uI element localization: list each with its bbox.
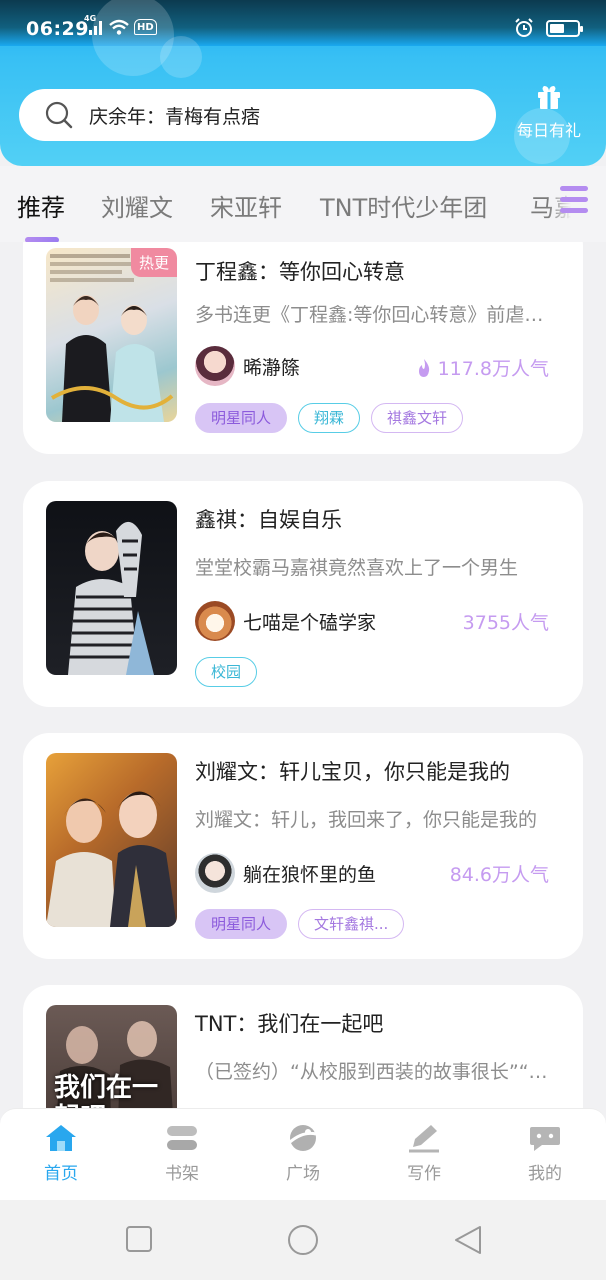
status-time: 06:29 [26,18,89,40]
book-cover [46,753,177,927]
author-name: 躺在狼怀里的鱼 [243,863,377,886]
book-description: 堂堂校霸马嘉祺竟然喜欢上了一个男生 [195,557,519,579]
network-type: 4G [84,14,97,23]
header: 06:29 4G HD 庆余年：青梅有点痞 每日有礼 [0,0,606,166]
popularity-value: 117.8万人气 [437,358,549,380]
cover-illustration [68,521,154,675]
book-cover: 我们在一起吧 [46,1005,177,1108]
nav-square[interactable]: 广场 [263,1123,343,1184]
signal-icon: 4G [84,14,104,36]
tag[interactable]: 文轩鑫祺... [298,909,405,939]
book-author[interactable]: 晞瀞篨 [195,346,300,386]
author-avatar [195,853,235,893]
book-card[interactable]: 刘耀文：轩儿宝贝，你只能是我的 刘耀文：轩儿，我回来了，你只能是我的 躺在狼怀里… [23,733,583,959]
nav-me[interactable]: 我的 [505,1123,585,1184]
gift-label: 每日有礼 [516,121,581,140]
status-bar: 06:29 4G HD [0,0,606,46]
book-description: 刘耀文：轩儿，我回来了，你只能是我的 [195,809,538,831]
recent-apps-button[interactable] [125,1224,153,1254]
system-navigation-bar [0,1200,606,1280]
back-button[interactable] [452,1224,484,1256]
daily-gift-button[interactable]: 每日有礼 [510,84,588,141]
nav-write[interactable]: 写作 [384,1123,464,1184]
status-right [514,18,583,38]
popularity-value: 3755人气 [462,612,549,634]
search-text: 庆余年：青梅有点痞 [89,105,261,128]
nav-label: 广场 [286,1164,320,1184]
popularity-value: 84.6万人气 [449,864,549,886]
book-author[interactable]: 躺在狼怀里的鱼 [195,853,376,893]
book-tags: 明星同人 翔霖 祺鑫文轩 [195,403,464,433]
hd-icon: HD [134,19,157,35]
book-card[interactable]: 我们在一起吧 TNT：我们在一起吧 （已签约）“从校服到西装的故事很长”“只要你… [23,985,583,1108]
cover-title-text: 我们在一起吧 [54,1073,159,1108]
book-title: TNT：我们在一起吧 [195,1012,384,1036]
tab-recommend[interactable]: 推荐 [17,188,65,223]
popularity: 84.6万人气 [450,860,549,887]
nav-label: 首页 [44,1164,78,1184]
book-title: 鑫祺：自娱自乐 [195,508,342,532]
nav-bookshelf[interactable]: 书架 [142,1123,222,1184]
book-feed: 热更 丁程鑫：等你回心转意 多书连更《丁程鑫:等你回心转意》前虐后甜 晞瀞篨 1… [0,242,606,1108]
nav-label: 我的 [528,1164,562,1184]
tag[interactable]: 明星同人 [195,403,288,433]
bottom-navigation: 首页 书架 广场 写作 我的 [0,1108,606,1200]
nav-label: 书架 [165,1164,199,1184]
popularity: 3755人气 [463,608,549,635]
search-icon [45,101,73,129]
menu-icon [560,186,588,213]
bookshelf-icon [167,1126,197,1150]
wifi-icon [109,19,129,35]
book-author[interactable]: 七喵是个磕学家 [195,601,376,641]
book-title: 刘耀文：轩儿宝贝，你只能是我的 [195,760,510,784]
author-avatar [195,601,235,641]
gift-icon [538,86,560,109]
book-card[interactable]: 热更 丁程鑫：等你回心转意 多书连更《丁程鑫:等你回心转意》前虐后甜 晞瀞篨 1… [23,242,583,454]
cover-illustration [46,791,177,927]
hot-update-badge: 热更 [130,248,177,277]
tag[interactable]: 祺鑫文轩 [371,403,464,433]
book-card[interactable]: 鑫祺：自娱自乐 堂堂校霸马嘉祺竟然喜欢上了一个男生 七喵是个磕学家 3755人气… [23,481,583,707]
tab-menu-button[interactable] [548,174,606,226]
book-tags: 明星同人 文轩鑫祺... [195,909,405,939]
flame-icon [418,358,429,377]
battery-icon [546,19,583,37]
status-icons: 4G HD [84,14,157,36]
book-tags: 校园 [195,657,258,687]
category-tabs: 推荐 刘耀文 宋亚轩 TNT时代少年团 马嘉祺 [0,166,606,242]
tag[interactable]: 校园 [195,657,258,687]
author-name: 晞瀞篨 [243,356,301,379]
tab-liu-yaowen[interactable]: 刘耀文 [101,188,173,223]
book-description: （已签约）“从校服到西装的故事很长”“只要你在 [195,1061,557,1083]
planet-icon [289,1125,317,1151]
book-title: 丁程鑫：等你回心转意 [195,260,405,284]
tab-song-yaxuan[interactable]: 宋亚轩 [210,188,282,223]
search-input[interactable]: 庆余年：青梅有点痞 [19,89,496,141]
home-icon [46,1125,76,1151]
alarm-icon [515,18,533,37]
tag[interactable]: 翔霖 [298,403,361,433]
nav-label: 写作 [407,1164,441,1184]
tab-tnt[interactable]: TNT时代少年团 [320,188,487,223]
book-cover: 热更 [46,248,177,422]
author-name: 七喵是个磕学家 [243,611,377,634]
book-description: 多书连更《丁程鑫:等你回心转意》前虐后甜 [195,304,557,326]
popularity: 117.8万人气 [416,354,549,381]
pen-icon [409,1125,439,1153]
nav-home[interactable]: 首页 [21,1123,101,1184]
book-cover [46,501,177,675]
tag[interactable]: 明星同人 [195,909,288,939]
home-button[interactable] [286,1224,320,1256]
chat-icon [530,1127,560,1151]
author-avatar [195,346,235,386]
